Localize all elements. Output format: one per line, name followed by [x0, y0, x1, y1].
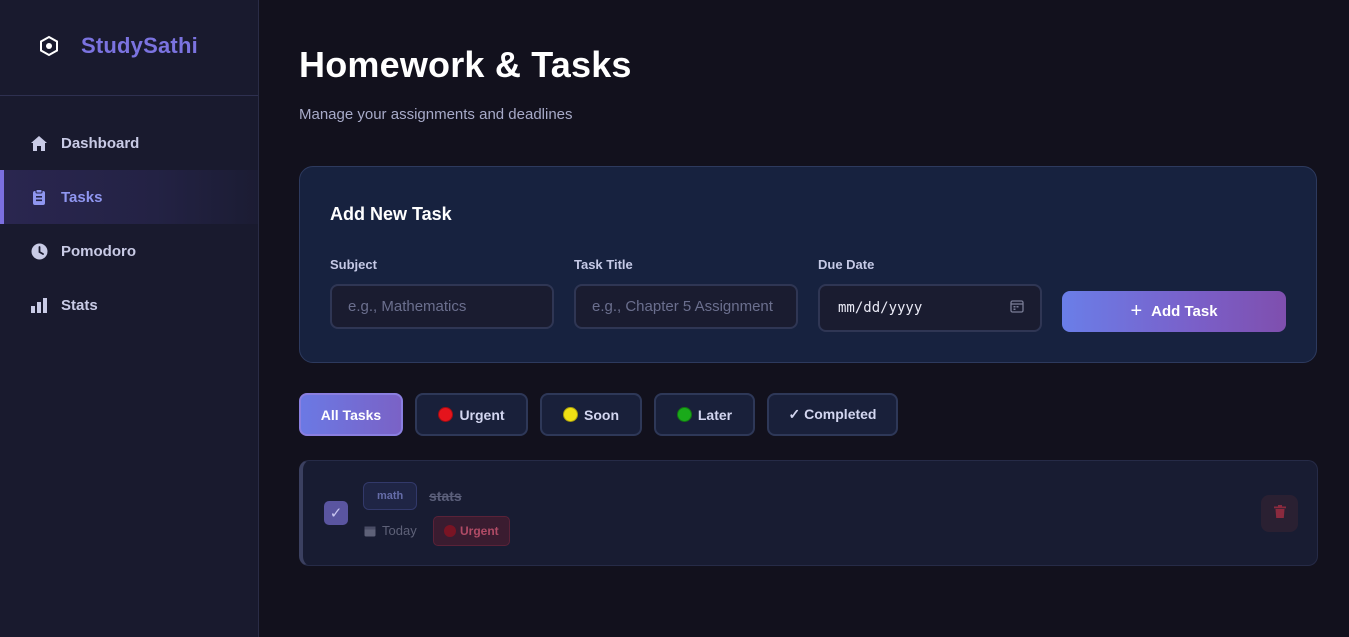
task-complete-checkbox[interactable]: ✓ — [324, 501, 348, 525]
task-due-text: Today — [382, 523, 417, 538]
add-task-card: Add New Task Subject Task Title Due Date… — [299, 166, 1317, 363]
task-title-label: Task Title — [574, 257, 633, 272]
green-dot-icon — [676, 407, 692, 422]
due-date-input[interactable]: mm/dd/yyyy — [818, 284, 1042, 332]
task-due-date: Today — [364, 523, 417, 538]
filter-later[interactable]: Later — [654, 393, 755, 436]
calendar-icon[interactable] — [1010, 299, 1024, 318]
add-task-title: Add New Task — [330, 204, 452, 224]
filter-label: ✓ Completed — [788, 406, 877, 422]
sidebar-item-pomodoro[interactable]: Pomodoro — [0, 224, 258, 278]
sidebar: StudySathi Dashboard Tasks Pomodoro Stat… — [0, 0, 259, 637]
filter-label: Urgent — [459, 406, 505, 423]
task-item: ✓ math stats Today Urgent — [299, 460, 1318, 566]
main-content: Homework & Tasks Manage your assignments… — [259, 0, 1349, 637]
due-date-label: Due Date — [818, 257, 875, 272]
task-title: stats — [429, 488, 462, 504]
sidebar-item-label: Dashboard — [61, 134, 140, 152]
filter-completed[interactable]: ✓ Completed — [767, 393, 898, 436]
checkmark-icon: ✓ — [329, 505, 343, 522]
clock-icon — [30, 242, 48, 260]
due-date-placeholder: mm/dd/yyyy — [838, 300, 923, 316]
task-title-input[interactable] — [574, 284, 798, 329]
filter-all-tasks[interactable]: All Tasks — [299, 393, 403, 436]
clipboard-icon — [30, 188, 48, 206]
page-title: Homework & Tasks — [299, 44, 632, 85]
task-subject-badge: math — [363, 482, 418, 510]
filter-bar: All Tasks Urgent Soon Later ✓ Completed — [299, 393, 910, 436]
task-priority-label: Urgent — [460, 524, 499, 538]
red-dot-icon — [438, 407, 454, 422]
yellow-dot-icon — [563, 407, 578, 422]
filter-urgent[interactable]: Urgent — [415, 393, 528, 436]
subject-input[interactable] — [330, 284, 554, 329]
add-task-button-label: Add Task — [1151, 303, 1218, 320]
sidebar-item-label: Tasks — [61, 188, 103, 206]
add-task-button[interactable]: + Add Task — [1062, 291, 1286, 332]
filter-label: Soon — [584, 406, 619, 423]
trash-icon — [1273, 504, 1286, 523]
filter-label: All Tasks — [320, 406, 382, 423]
red-dot-icon — [444, 525, 456, 537]
app-root: StudySathi Dashboard Tasks Pomodoro Stat… — [0, 0, 1349, 637]
delete-task-button[interactable] — [1261, 495, 1298, 532]
plus-icon: + — [1130, 299, 1143, 322]
sidebar-item-stats[interactable]: Stats — [0, 278, 258, 332]
task-priority-badge: Urgent — [433, 516, 510, 546]
subject-label: Subject — [330, 257, 377, 272]
sidebar-item-label: Pomodoro — [61, 242, 136, 260]
filter-soon[interactable]: Soon — [540, 393, 642, 436]
calendar-icon — [364, 525, 376, 537]
page-subtitle: Manage your assignments and deadlines — [299, 106, 573, 123]
filter-label: Later — [697, 406, 733, 423]
hexagon-logo-icon — [38, 35, 60, 57]
sidebar-item-tasks[interactable]: Tasks — [0, 170, 258, 224]
bar-chart-icon — [30, 296, 48, 314]
brand: StudySathi — [0, 0, 258, 96]
brand-name[interactable]: StudySathi — [81, 33, 198, 59]
home-icon — [30, 134, 48, 152]
sidebar-item-dashboard[interactable]: Dashboard — [0, 116, 258, 170]
sidebar-nav: Dashboard Tasks Pomodoro Stats — [0, 96, 258, 332]
sidebar-item-label: Stats — [61, 296, 98, 314]
